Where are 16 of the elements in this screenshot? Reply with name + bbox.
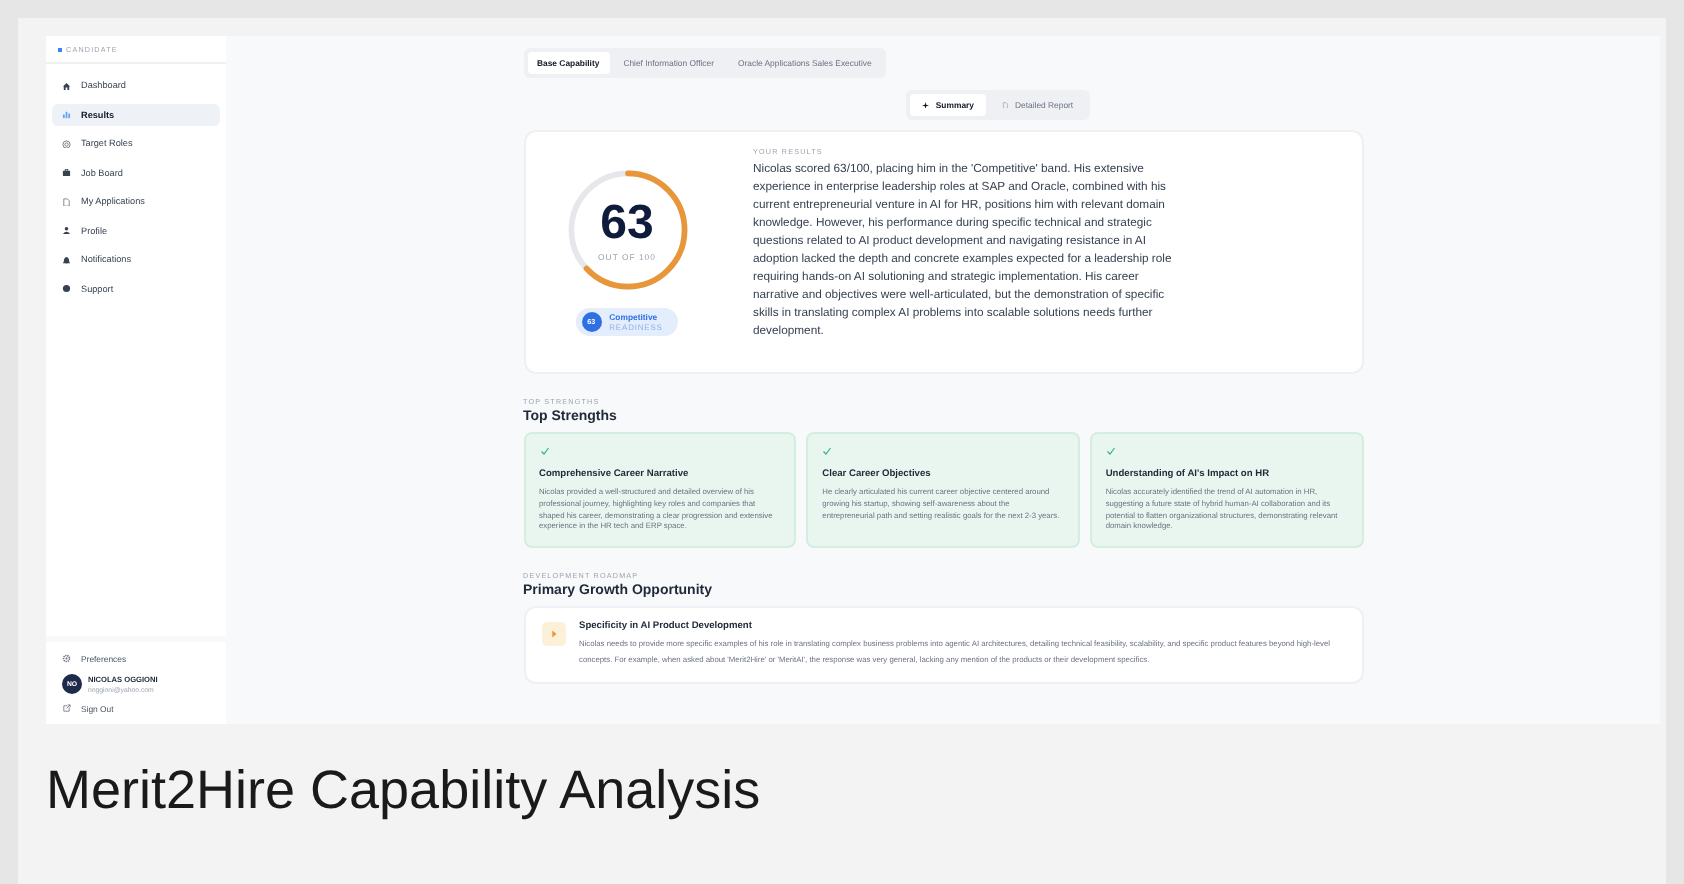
- home-icon: [62, 81, 71, 90]
- user-icon: [62, 226, 71, 235]
- caption: Merit2Hire Capability Analysis: [46, 760, 763, 822]
- chart-icon: [62, 110, 71, 119]
- check-icon: [1105, 446, 1116, 456]
- sparkle-icon: [922, 101, 930, 109]
- settings-icon: [62, 654, 71, 664]
- check-icon: [539, 446, 549, 456]
- bell-icon: [62, 255, 71, 264]
- briefcase-icon: [62, 168, 71, 177]
- document-icon: [62, 197, 71, 206]
- target-icon: [62, 139, 71, 148]
- document-icon: [1001, 101, 1009, 109]
- sign-out-icon: [62, 704, 71, 714]
- score-value: 63: [600, 199, 654, 247]
- check-icon: [822, 446, 833, 456]
